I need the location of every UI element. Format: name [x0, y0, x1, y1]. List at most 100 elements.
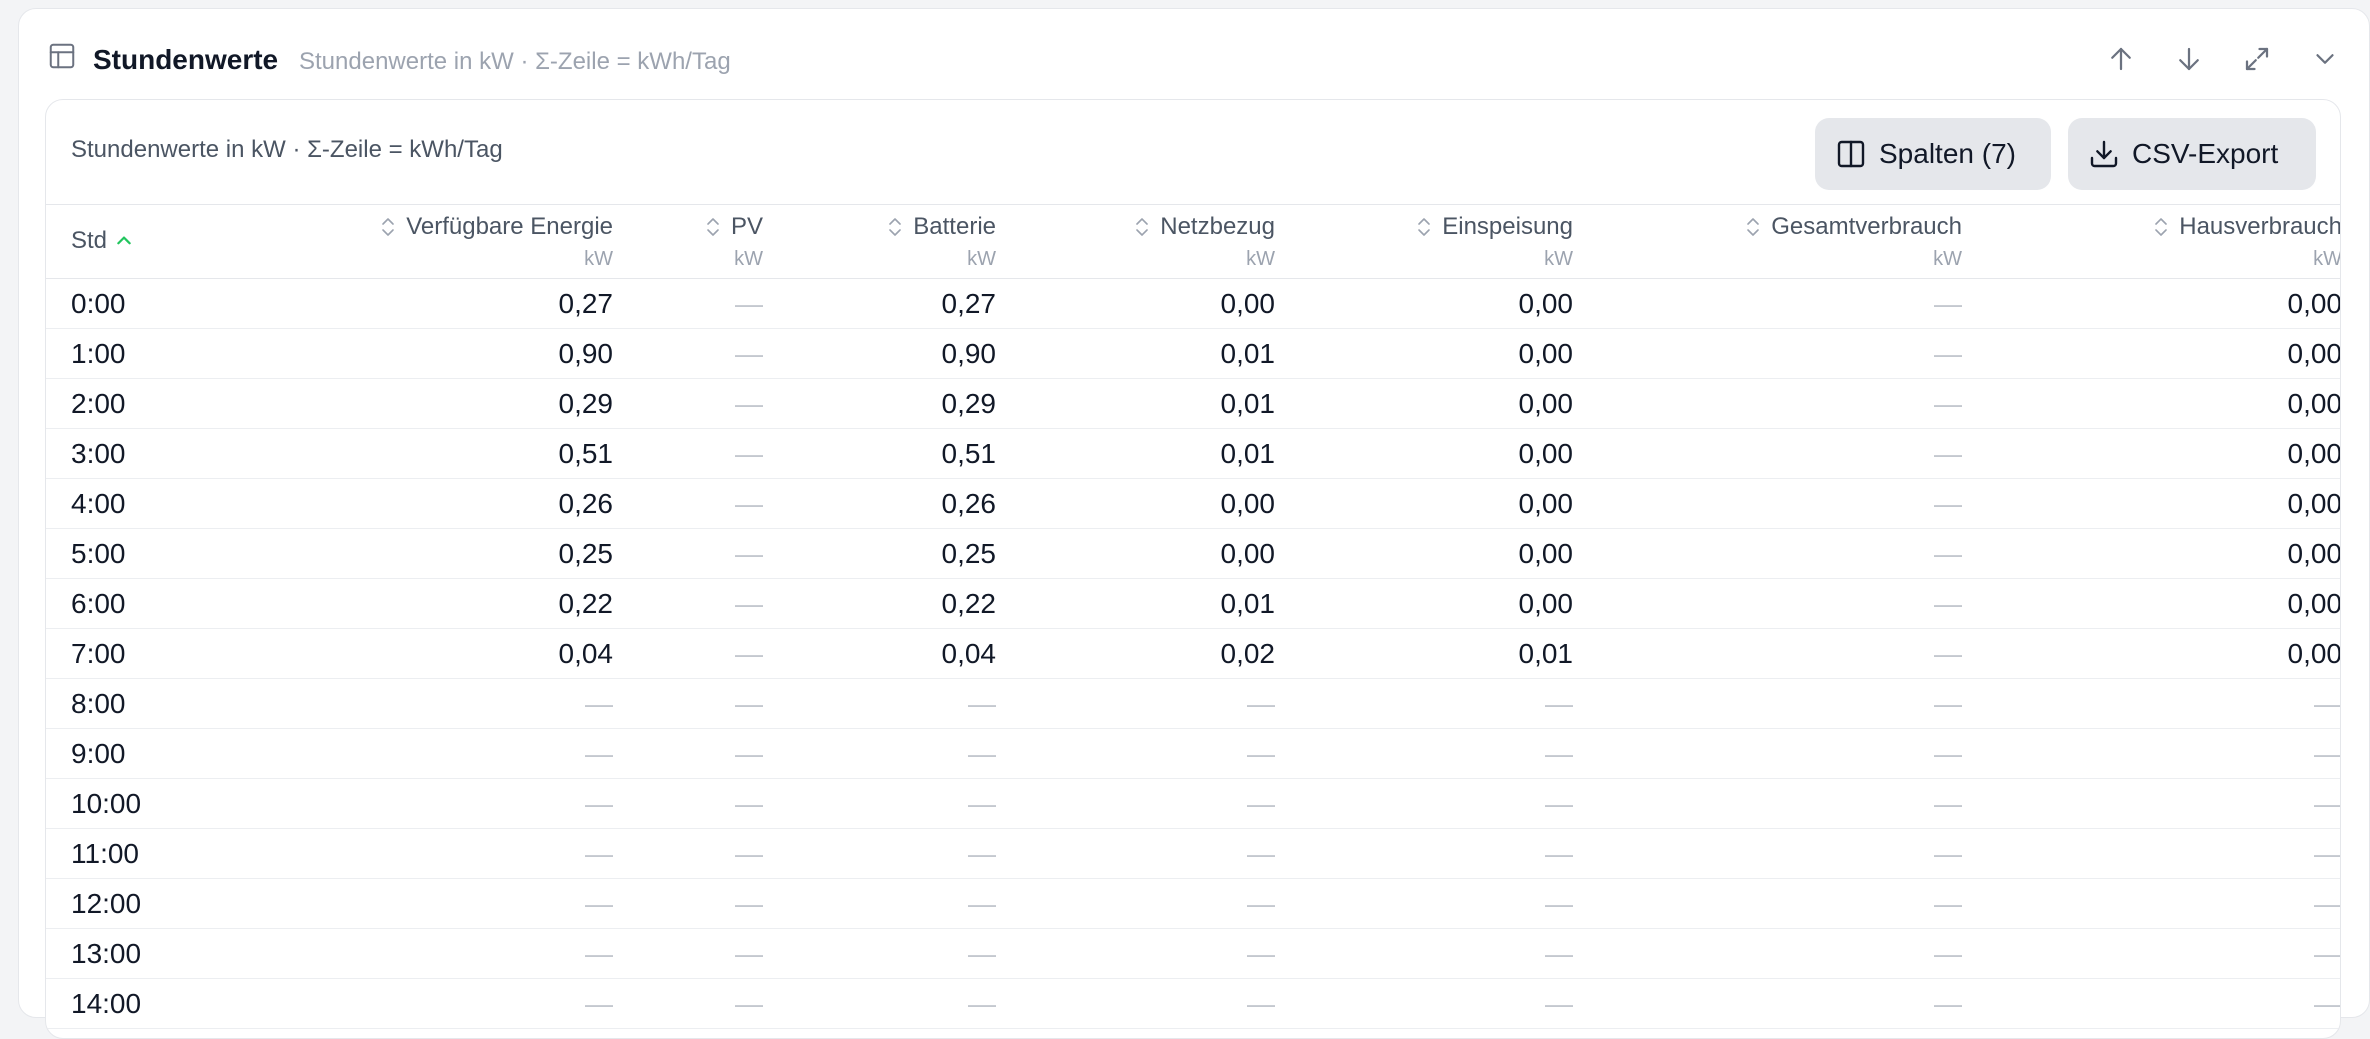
cell-haus: —	[1962, 828, 2340, 879]
columns-button-label: Spalten (7)	[1879, 138, 2016, 169]
table-row: 3:00 0,51—0,51 0,01 0,00—0,00	[46, 428, 2340, 479]
column-header-std[interactable]: Std	[46, 204, 296, 279]
cell-batterie: 0,29	[763, 378, 996, 429]
cell-batterie: —	[763, 728, 996, 779]
cell-energie: 0,90	[296, 328, 613, 379]
cell-batterie: 0,26	[763, 478, 996, 529]
cell-haus: 0,00	[1962, 278, 2340, 329]
cell-batterie: —	[763, 828, 996, 879]
move-up-button[interactable]	[2101, 39, 2141, 79]
chevron-down-icon	[2316, 54, 2334, 64]
cell-std: 2:00	[46, 378, 296, 429]
cell-netzbezug: —	[996, 928, 1275, 979]
cell-haus: —	[1962, 678, 2340, 729]
cell-netzbezug: —	[996, 828, 1275, 879]
cell-einspeisung: 0,00	[1275, 278, 1573, 329]
cell-haus: 0,00	[1962, 328, 2340, 379]
column-header-hausverbrauch[interactable]: Hausverbrauch kW	[1962, 204, 2341, 279]
cell-gesamt: —	[1573, 828, 1962, 879]
cell-haus: —	[1962, 778, 2340, 829]
column-header-label: PV	[730, 213, 763, 240]
table-header-row: Std Verfügbare Energie kW PV kW Batterie kW…	[46, 204, 2341, 279]
table-icon	[49, 43, 75, 69]
cell-gesamt: —	[1573, 278, 1962, 329]
cell-gesamt: —	[1573, 328, 1962, 379]
sort-icon	[2155, 218, 2168, 236]
cell-pv: —	[613, 378, 763, 429]
cell-netzbezug: 0,01	[996, 328, 1275, 379]
cell-gesamt: —	[1573, 928, 1962, 979]
download-icon	[2090, 140, 2118, 168]
cell-batterie: —	[763, 778, 996, 829]
cell-einspeisung: 0,00	[1275, 328, 1573, 379]
sort-icon	[382, 218, 394, 236]
cell-batterie: 0,90	[763, 328, 996, 379]
cell-std: 10:00	[46, 778, 296, 829]
table-toolbar: Stundenwerte in kW · Σ-Zeile = kWh/Tag S…	[46, 100, 2340, 205]
cell-einspeisung: —	[1275, 728, 1573, 779]
cell-netzbezug: 0,01	[996, 578, 1275, 629]
column-header-netzbezug[interactable]: Netzbezug kW	[996, 204, 1275, 279]
hourly-values-table: Std Verfügbare Energie kW PV kW Batterie kW…	[46, 204, 2341, 1029]
cell-std: 5:00	[46, 528, 296, 579]
expand-icon	[2245, 47, 2269, 71]
sort-icon	[1418, 218, 1431, 236]
cell-pv: —	[613, 278, 763, 329]
cell-energie: 0,26	[296, 478, 613, 529]
panel-header: Stundenwerte Stundenwerte in kW · Σ-Zeil…	[19, 9, 2369, 101]
columns-button[interactable]: Spalten (7)	[1815, 118, 2051, 190]
cell-batterie: —	[763, 678, 996, 729]
table-row: 4:00 0,26—0,26 0,00 0,00—0,00	[46, 478, 2340, 529]
table-row: 6:00 0,22—0,22 0,01 0,00—0,00	[46, 578, 2340, 629]
table-row: 11:00— — — — — — —	[46, 828, 2340, 879]
cell-gesamt: —	[1573, 528, 1962, 579]
table-row: 10:00— — — — — — —	[46, 778, 2340, 829]
cell-einspeisung: 0,00	[1275, 378, 1573, 429]
cell-energie: —	[296, 928, 613, 979]
cell-gesamt: —	[1573, 378, 1962, 429]
panel-title: Stundenwerte	[93, 44, 279, 75]
column-header-gesamtverbrauch[interactable]: Gesamtverbrauch kW	[1573, 204, 1962, 279]
column-header-pv[interactable]: PV kW	[613, 204, 763, 279]
collapse-button[interactable]	[2305, 39, 2345, 79]
cell-haus: 0,00	[1962, 428, 2340, 479]
column-header-label: Verfügbare Energie	[406, 213, 613, 240]
cell-energie: —	[296, 778, 613, 829]
cell-batterie: —	[763, 878, 996, 929]
cell-netzbezug: 0,02	[996, 628, 1275, 679]
cell-netzbezug: 0,00	[996, 278, 1275, 329]
cell-pv: —	[613, 528, 763, 579]
cell-einspeisung: —	[1275, 928, 1573, 979]
csv-export-button-label: CSV-Export	[2132, 138, 2279, 169]
cell-gesamt: —	[1573, 728, 1962, 779]
cell-haus: 0,00	[1962, 478, 2340, 529]
column-unit: kW	[967, 248, 996, 270]
cell-energie: —	[296, 678, 613, 729]
column-header-energie[interactable]: Verfügbare Energie kW	[296, 204, 613, 279]
cell-std: 1:00	[46, 328, 296, 379]
panel-subtitle: Stundenwerte in kW · Σ-Zeile = kWh/Tag	[299, 48, 731, 75]
cell-einspeisung: —	[1275, 678, 1573, 729]
table-body: 0:00 0,27—0,27 0,00 0,00—0,00 1:00 0,90—0,90 0…	[46, 278, 2340, 1029]
arrow-up-icon	[2111, 47, 2131, 71]
table-row: 2:00 0,29—0,29 0,01 0,00—0,00	[46, 378, 2340, 429]
cell-std: 6:00	[46, 578, 296, 629]
cell-einspeisung: —	[1275, 828, 1573, 879]
cell-pv: —	[613, 628, 763, 679]
cell-batterie: 0,27	[763, 278, 996, 329]
column-header-label: Hausverbrauch	[2179, 213, 2341, 240]
cell-netzbezug: 0,00	[996, 528, 1275, 579]
column-header-batterie[interactable]: Batterie kW	[763, 204, 996, 279]
column-header-einspeisung[interactable]: Einspeisung kW	[1275, 204, 1573, 279]
cell-energie: —	[296, 878, 613, 929]
table-row: 5:00 0,25—0,25 0,00 0,00—0,00	[46, 528, 2340, 579]
cell-einspeisung: 0,00	[1275, 578, 1573, 629]
cell-haus: 0,00	[1962, 528, 2340, 579]
csv-export-button[interactable]: CSV-Export	[2068, 118, 2316, 190]
move-down-button[interactable]	[2169, 39, 2209, 79]
sort-icon	[889, 218, 902, 236]
expand-button[interactable]	[2237, 39, 2277, 79]
sort-icon	[707, 218, 719, 236]
cell-std: 11:00	[46, 828, 296, 879]
cell-pv: —	[613, 828, 763, 879]
